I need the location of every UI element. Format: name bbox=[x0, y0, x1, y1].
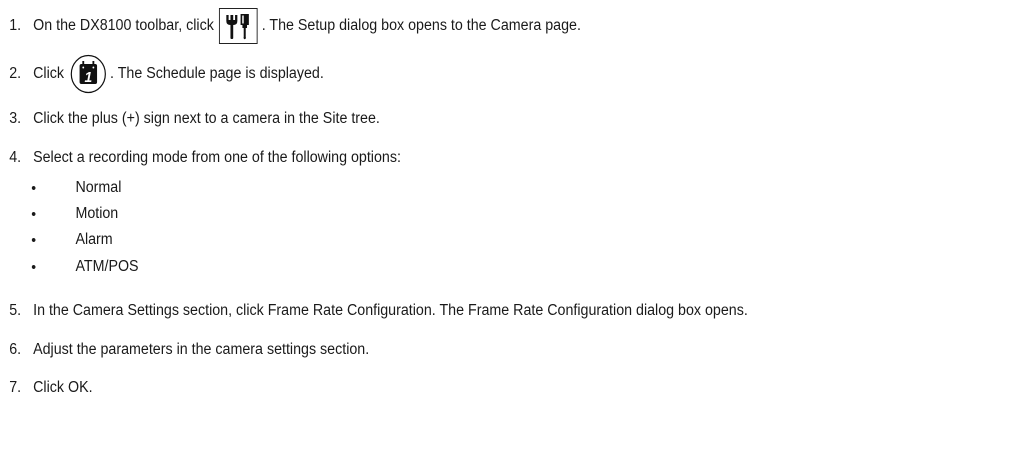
recording-mode-item: • Alarm bbox=[0, 228, 113, 252]
step-number: 6. bbox=[9, 341, 22, 358]
step-3: 3. Click the plus (+) sign next to a cam… bbox=[0, 107, 380, 131]
step-4: 4. Select a recording mode from one of t… bbox=[0, 146, 401, 170]
step-1: 1. On the DX8100 toolbar, click . The Se… bbox=[0, 7, 581, 45]
recording-mode-label: Alarm bbox=[75, 231, 113, 248]
step-number: 2. bbox=[9, 65, 22, 82]
setup-tools-icon bbox=[219, 8, 259, 44]
step-5: 5. In the Camera Settings section, click… bbox=[0, 299, 748, 323]
step-1-text-after: . The Setup dialog box opens to the Came… bbox=[261, 17, 581, 34]
step-7: 7. Click OK. bbox=[0, 376, 93, 400]
recording-mode-item: • ATM/POS bbox=[0, 255, 139, 279]
bullet-icon: • bbox=[31, 258, 37, 276]
schedule-calendar-icon: 1 bbox=[70, 54, 107, 94]
recording-mode-item: • Motion bbox=[0, 202, 118, 226]
step-6: 6. Adjust the parameters in the camera s… bbox=[0, 338, 369, 362]
recording-mode-label: Normal bbox=[75, 179, 122, 196]
recording-mode-item: • Normal bbox=[0, 176, 121, 200]
step-number: 7. bbox=[9, 379, 22, 396]
step-1-text-before: On the DX8100 toolbar, click bbox=[33, 17, 214, 34]
bullet-icon: • bbox=[31, 205, 37, 223]
step-4-text: Select a recording mode from one of the … bbox=[33, 149, 401, 166]
step-number: 4. bbox=[9, 149, 22, 166]
step-number: 5. bbox=[9, 302, 22, 319]
step-6-text: Adjust the parameters in the camera sett… bbox=[33, 341, 370, 358]
step-number: 1. bbox=[9, 17, 22, 34]
step-2-text-after: . The Schedule page is displayed. bbox=[110, 65, 324, 82]
step-7-text: Click OK. bbox=[33, 379, 93, 396]
bullet-icon: • bbox=[31, 231, 37, 249]
recording-mode-label: ATM/POS bbox=[75, 258, 139, 275]
step-2: 2. Click 1 . The Schedule page is displa… bbox=[0, 54, 324, 94]
bullet-icon: • bbox=[31, 179, 37, 197]
step-3-text: Click the plus (+) sign next to a camera… bbox=[33, 110, 380, 127]
recording-mode-label: Motion bbox=[75, 205, 119, 222]
step-5-text: In the Camera Settings section, click Fr… bbox=[33, 302, 748, 319]
step-number: 3. bbox=[9, 110, 22, 127]
step-2-text-before: Click bbox=[33, 65, 65, 82]
calendar-digit: 1 bbox=[84, 70, 92, 87]
